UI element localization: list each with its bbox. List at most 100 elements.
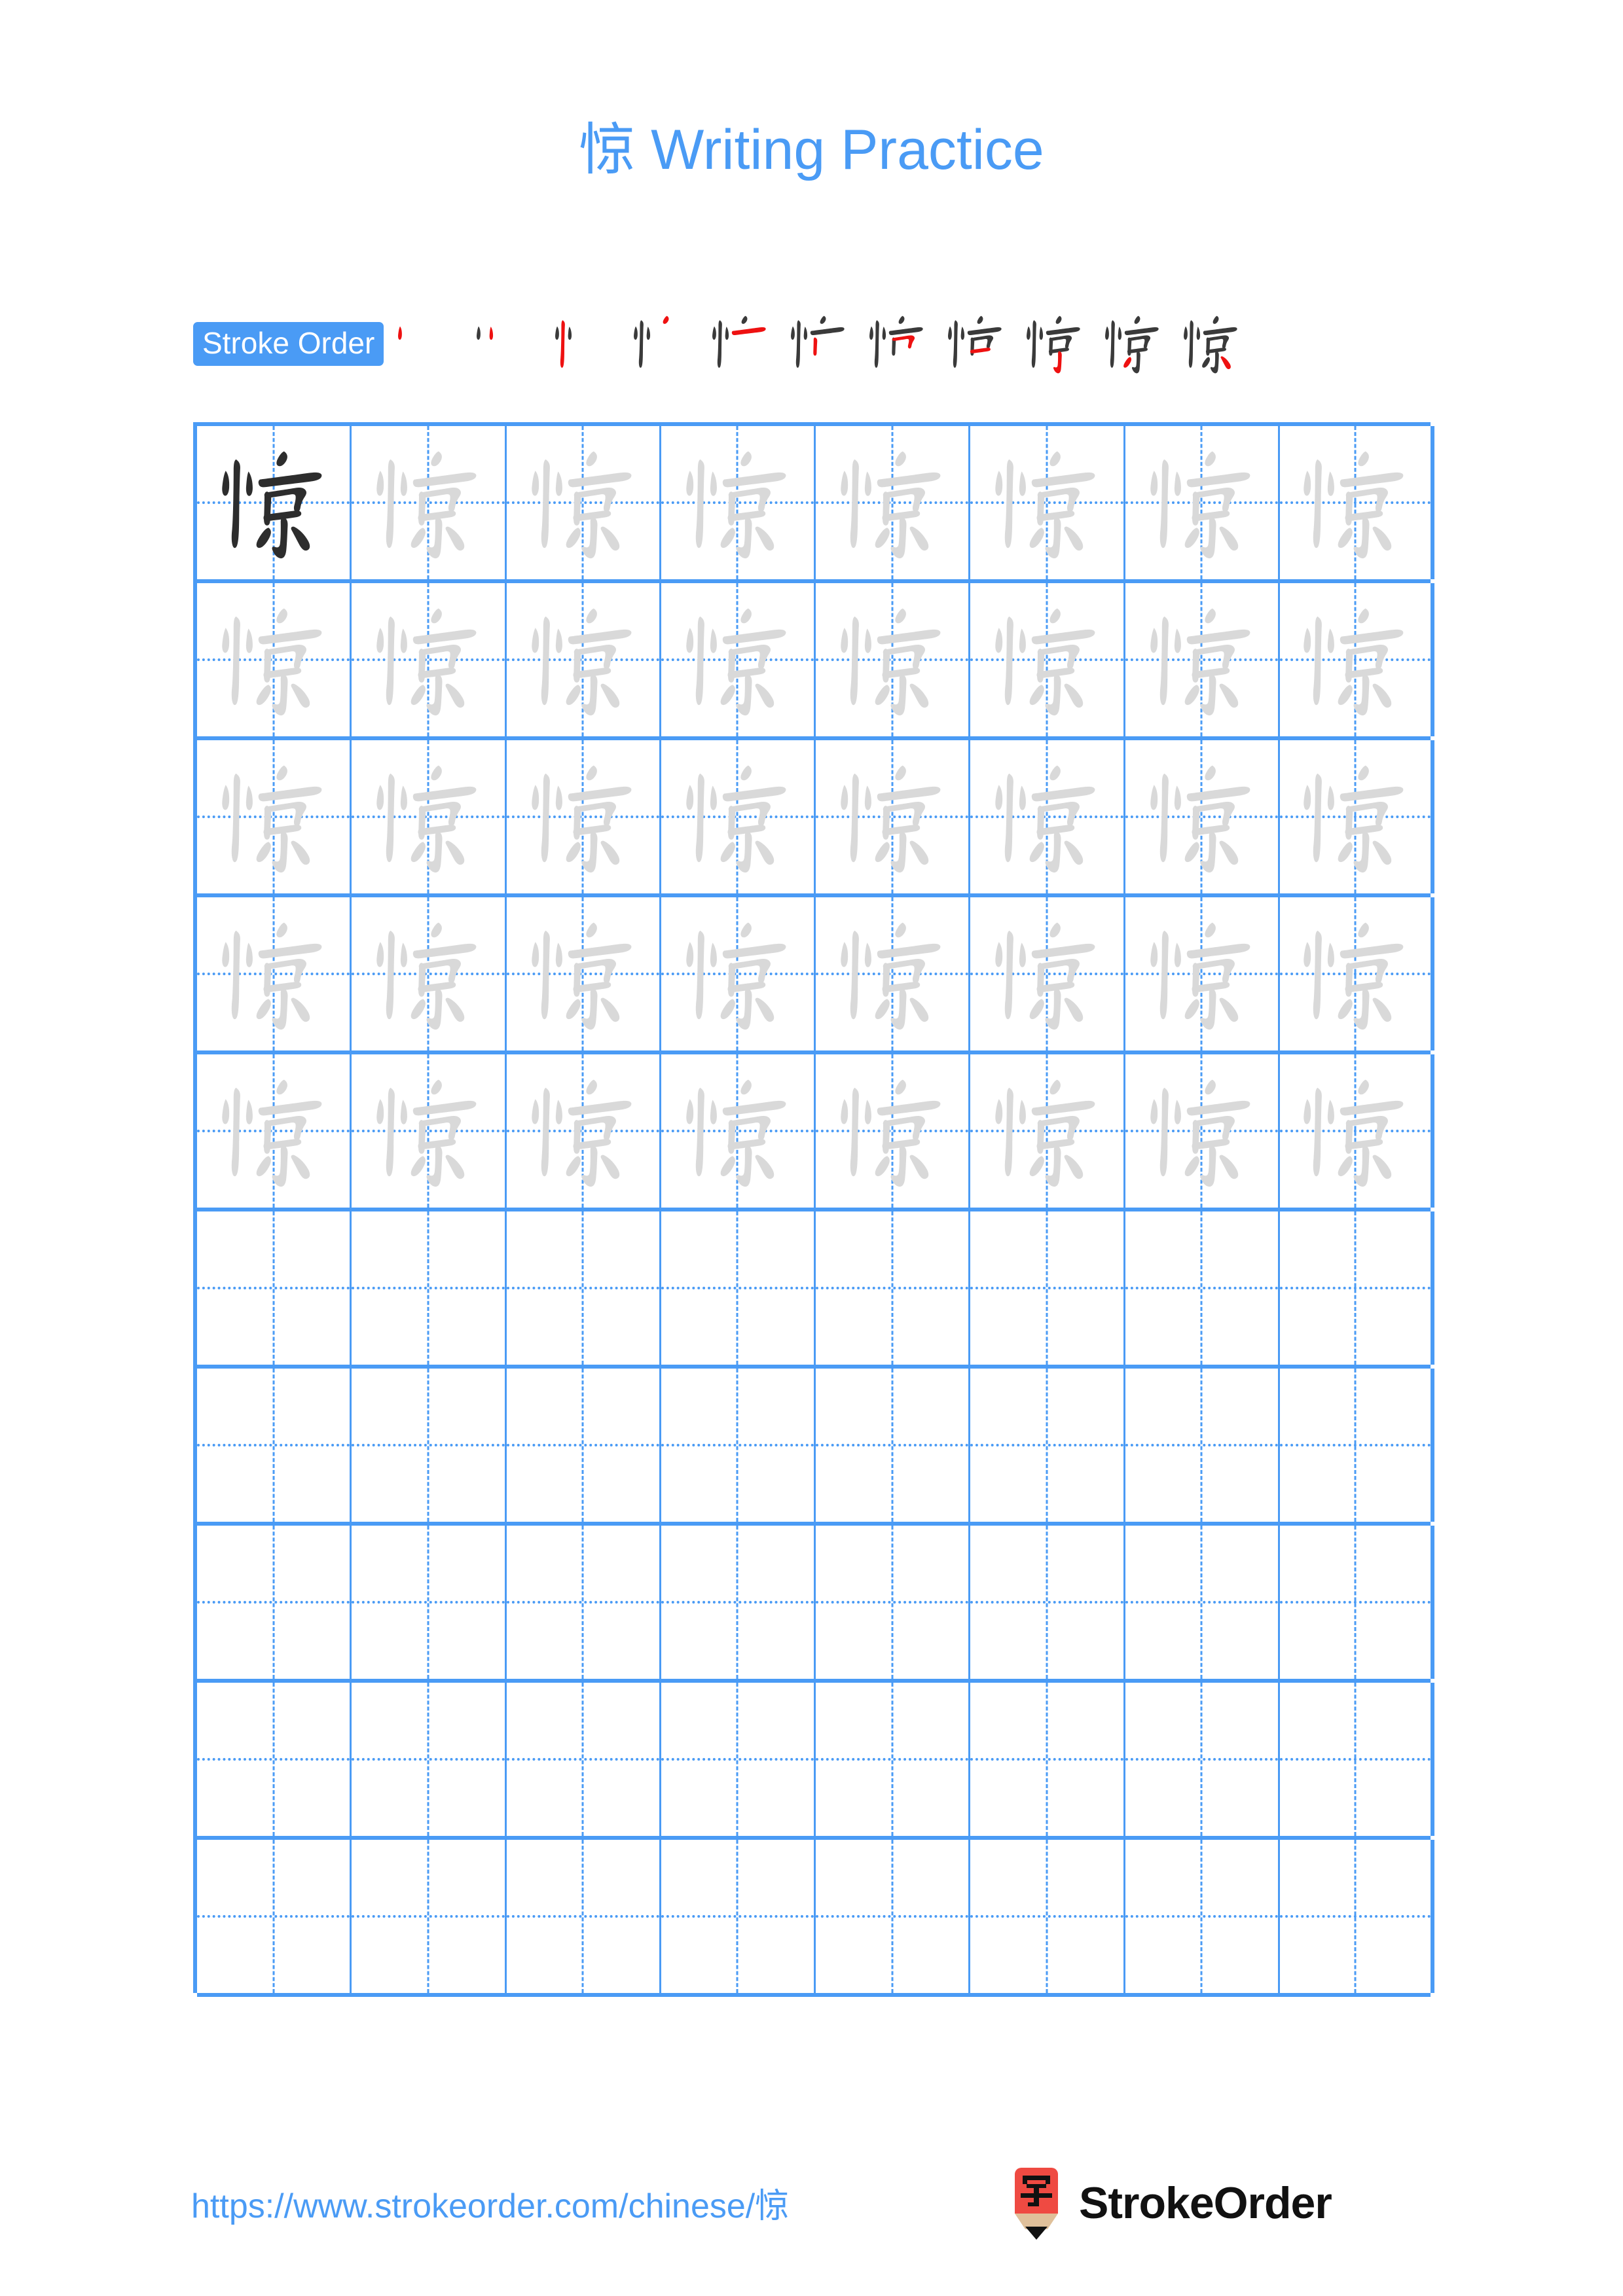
practice-grid-cell[interactable] [1125, 1683, 1280, 1836]
practice-grid-cell[interactable] [507, 1211, 661, 1365]
practice-grid-cell[interactable] [1125, 583, 1280, 736]
practice-grid-cell[interactable] [197, 897, 352, 1050]
practice-grid-cell[interactable] [970, 1840, 1125, 1993]
practice-grid-cell[interactable] [507, 1683, 661, 1836]
trace-character [507, 583, 659, 736]
stroke-order-badge: Stroke Order [193, 321, 384, 366]
practice-grid-cell[interactable] [661, 1211, 816, 1365]
practice-grid-cell[interactable] [1280, 1683, 1434, 1836]
practice-grid-cell[interactable] [661, 1683, 816, 1836]
practice-grid-cell[interactable] [661, 426, 816, 579]
practice-grid-cell[interactable] [816, 1683, 971, 1836]
practice-grid-cell[interactable] [352, 740, 507, 893]
practice-grid-cell[interactable] [197, 1211, 352, 1365]
stroke-order-step [543, 308, 622, 380]
practice-grid-cell[interactable] [1125, 897, 1280, 1050]
practice-grid-cell[interactable] [507, 740, 661, 893]
practice-grid-cell[interactable] [970, 426, 1125, 579]
footer-url-link[interactable]: https://www.strokeorder.com/chinese/惊 [191, 2178, 789, 2227]
practice-grid-cell[interactable] [661, 740, 816, 893]
practice-grid-cell[interactable] [1280, 583, 1434, 736]
trace-character [661, 426, 814, 579]
practice-grid-row [197, 426, 1434, 583]
practice-grid-cell[interactable] [1125, 740, 1280, 893]
practice-grid-cell[interactable] [816, 740, 971, 893]
practice-grid-cell[interactable] [816, 1369, 971, 1522]
practice-grid-cell[interactable] [1280, 1369, 1434, 1522]
practice-grid-cell[interactable] [352, 1526, 507, 1679]
practice-grid-cell[interactable] [970, 1369, 1125, 1522]
trace-character [970, 426, 1123, 579]
practice-grid-cell[interactable] [197, 426, 352, 579]
practice-grid-cell[interactable] [352, 1683, 507, 1836]
practice-grid-cell[interactable] [507, 583, 661, 736]
practice-grid-cell[interactable] [197, 1369, 352, 1522]
practice-grid-row [197, 897, 1434, 1054]
practice-grid-cell[interactable] [197, 740, 352, 893]
practice-grid-cell[interactable] [970, 1526, 1125, 1679]
stroke-order-step [779, 308, 858, 380]
stroke-order-step [701, 308, 779, 380]
practice-grid-cell[interactable] [197, 1840, 352, 1993]
practice-grid-cell[interactable] [1280, 1526, 1434, 1679]
practice-grid-cell[interactable] [507, 897, 661, 1050]
practice-grid-cell[interactable] [507, 1054, 661, 1208]
practice-grid-cell[interactable] [507, 1526, 661, 1679]
practice-grid-cell[interactable] [816, 1211, 971, 1365]
practice-grid-cell[interactable] [1125, 1211, 1280, 1365]
practice-grid-cell[interactable] [507, 1840, 661, 1993]
practice-grid-cell[interactable] [661, 1054, 816, 1208]
practice-grid-cell[interactable] [352, 1369, 507, 1522]
practice-grid-cell[interactable] [352, 426, 507, 579]
trace-character [352, 740, 504, 893]
practice-grid-cell[interactable] [970, 583, 1125, 736]
practice-grid-cell[interactable] [816, 583, 971, 736]
practice-grid-cell[interactable] [507, 426, 661, 579]
stroke-order-step [465, 308, 543, 380]
practice-grid-cell[interactable] [1125, 1840, 1280, 1993]
practice-grid-cell[interactable] [1125, 1054, 1280, 1208]
practice-grid-cell[interactable] [197, 1683, 352, 1836]
practice-grid-cell[interactable] [352, 1054, 507, 1208]
trace-character [1280, 426, 1431, 579]
trace-character [816, 740, 968, 893]
practice-grid-cell[interactable] [816, 897, 971, 1050]
practice-grid-cell[interactable] [197, 583, 352, 736]
trace-character [1280, 740, 1431, 893]
practice-grid-cell[interactable] [197, 1526, 352, 1679]
practice-grid-cell[interactable] [1280, 740, 1434, 893]
trace-character [816, 897, 968, 1050]
practice-grid-cell[interactable] [1125, 426, 1280, 579]
practice-grid-cell[interactable] [661, 1369, 816, 1522]
practice-grid-cell[interactable] [970, 740, 1125, 893]
practice-grid-cell[interactable] [970, 1683, 1125, 1836]
practice-grid-cell[interactable] [1280, 1211, 1434, 1365]
practice-grid-cell[interactable] [352, 1840, 507, 1993]
practice-grid-cell[interactable] [816, 426, 971, 579]
trace-character [197, 897, 350, 1050]
practice-grid-cell[interactable] [661, 583, 816, 736]
practice-grid-cell[interactable] [816, 1526, 971, 1679]
practice-grid-cell[interactable] [197, 1054, 352, 1208]
practice-grid-cell[interactable] [661, 1526, 816, 1679]
practice-grid-cell[interactable] [1280, 897, 1434, 1050]
practice-grid-cell[interactable] [970, 897, 1125, 1050]
practice-grid-cell[interactable] [1280, 426, 1434, 579]
trace-character [1280, 897, 1431, 1050]
practice-grid-cell[interactable] [507, 1369, 661, 1522]
practice-grid-cell[interactable] [1280, 1054, 1434, 1208]
practice-grid-cell[interactable] [661, 897, 816, 1050]
stroke-order-step [622, 308, 701, 380]
practice-grid-cell[interactable] [352, 583, 507, 736]
practice-grid-cell[interactable] [1280, 1840, 1434, 1993]
practice-grid-cell[interactable] [970, 1211, 1125, 1365]
practice-grid-cell[interactable] [661, 1840, 816, 1993]
trace-character [1280, 1054, 1431, 1208]
practice-grid-cell[interactable] [816, 1054, 971, 1208]
practice-grid-cell[interactable] [352, 1211, 507, 1365]
practice-grid-cell[interactable] [970, 1054, 1125, 1208]
practice-grid-cell[interactable] [352, 897, 507, 1050]
practice-grid-cell[interactable] [1125, 1369, 1280, 1522]
practice-grid-cell[interactable] [816, 1840, 971, 1993]
practice-grid-cell[interactable] [1125, 1526, 1280, 1679]
